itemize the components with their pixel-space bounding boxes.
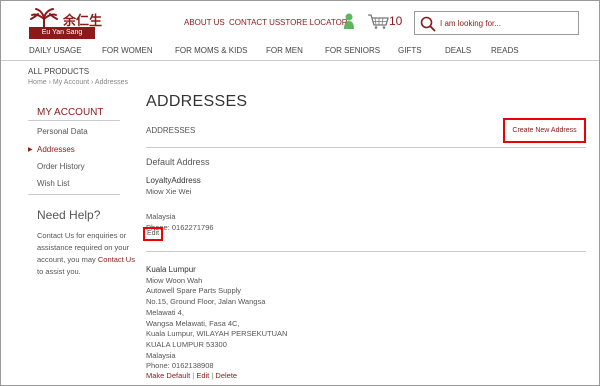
main-nav: DAILY USAGE FOR WOMEN FOR MOMS & KIDS FO… [1, 41, 599, 61]
default-address: LoyaltyAddress Miow Xie Wei Malaysia Pho… [146, 176, 214, 234]
delete-address-link[interactable]: Delete [215, 371, 237, 380]
sidebar-item-wish-list[interactable]: Wish List [37, 179, 69, 188]
address-line: Wangsa Melawati, Fasa 4C, [146, 318, 240, 328]
create-new-address-button[interactable]: Create New Address [503, 118, 586, 143]
make-default-link[interactable]: Make Default [146, 371, 190, 380]
user-icon[interactable] [344, 13, 354, 29]
nav-for-men[interactable]: FOR MEN [266, 46, 303, 55]
brand-english-name: Eu Yan Sang [29, 27, 95, 39]
address-name: Kuala Lumpur [146, 265, 196, 274]
search-icon[interactable] [420, 16, 436, 32]
nav-for-women[interactable]: FOR WOMEN [102, 46, 153, 55]
sidebar-title: MY ACCOUNT [37, 107, 104, 118]
sidebar-item-personal-data[interactable]: Personal Data [37, 127, 88, 136]
breadcrumb[interactable]: Home › My Account › Addresses [28, 79, 128, 86]
address-separator [146, 251, 586, 252]
address-name: LoyaltyAddress [146, 176, 201, 185]
sidebar-item-addresses[interactable]: Addresses [37, 145, 75, 154]
help-title: Need Help? [37, 208, 101, 222]
address-actions: Make Default | Edit | Delete [146, 371, 237, 380]
help-text: Contact Us for enquiries or assistance r… [37, 230, 137, 278]
page-title: ADDRESSES [146, 93, 248, 110]
address-line: Miow Woon Wah [146, 275, 203, 285]
nav-deals[interactable]: DEALS [445, 46, 471, 55]
tree-logo-icon [30, 8, 58, 29]
edit-default-address-button[interactable]: Edit [143, 227, 163, 241]
store-locator-link[interactable]: STORE LOCATOR [280, 18, 348, 27]
cart-count: 10 [389, 14, 403, 28]
address-line: Malaysia [146, 350, 176, 360]
second-address: Kuala Lumpur Miow Woon Wah Autowell Spar… [146, 265, 287, 372]
contact-us-link[interactable]: CONTACT US [229, 18, 280, 27]
brand-logo[interactable]: 余仁生 Eu Yan Sang [29, 7, 102, 39]
address-recipient: Miow Xie Wei [146, 186, 192, 196]
help-text-tail: to assist you. [37, 267, 81, 276]
address-line: Kuala Lumpur, WILAYAH PERSEKUTUAN [146, 329, 288, 339]
sidebar-divider [28, 194, 120, 195]
about-us-link[interactable]: ABOUT US [184, 18, 225, 27]
nav-for-moms-kids[interactable]: FOR MOMS & KIDS [175, 46, 247, 55]
search-box [414, 11, 579, 35]
contact-us-help-link[interactable]: Contact Us [98, 255, 135, 264]
nav-gifts[interactable]: GIFTS [398, 46, 422, 55]
search-input[interactable] [440, 15, 574, 31]
edit-address-link[interactable]: Edit [196, 371, 209, 380]
nav-daily-usage[interactable]: DAILY USAGE [29, 46, 82, 55]
all-products-link[interactable]: ALL PRODUCTS [28, 67, 89, 76]
address-line: No.15, Ground Floor, Jalan Wangsa [146, 297, 266, 307]
address-line: Melawati 4, [146, 307, 184, 317]
sidebar-divider [28, 120, 120, 121]
address-line: KUALA LUMPUR 53300 [146, 339, 227, 349]
nav-for-seniors[interactable]: FOR SENIORS [325, 46, 380, 55]
nav-reads[interactable]: READS [491, 46, 519, 55]
active-bullet-icon: ▶ [28, 147, 33, 153]
shopping-cart-icon[interactable] [367, 13, 389, 29]
section-label: ADDRESSES [146, 126, 196, 135]
page-frame: 余仁生 Eu Yan Sang ABOUT US CONTACT US STOR… [0, 0, 600, 386]
address-line: Autowell Spare Parts Supply [146, 286, 242, 296]
sidebar-item-order-history[interactable]: Order History [37, 162, 85, 171]
address-country: Malaysia [146, 212, 176, 222]
default-address-heading: Default Address [146, 157, 210, 167]
